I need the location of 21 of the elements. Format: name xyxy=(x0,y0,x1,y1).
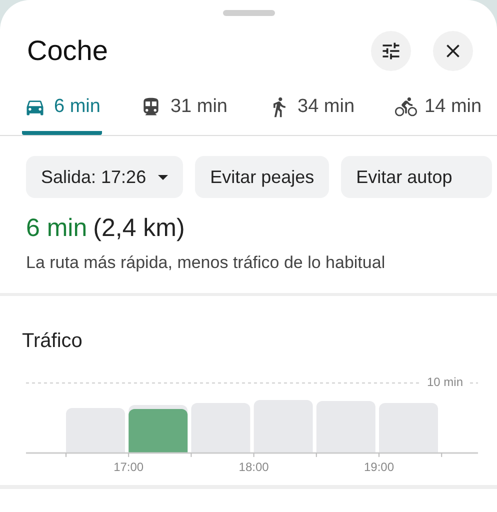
travel-mode-tab[interactable]: 34 min xyxy=(266,90,357,135)
travel-mode-tab[interactable]: 6 min xyxy=(22,90,102,135)
options-button[interactable] xyxy=(371,31,411,71)
time-axis-label: 19:00 xyxy=(364,460,394,474)
route-option-chip[interactable]: Evitar peajes xyxy=(195,156,330,198)
sheet-title: Coche xyxy=(27,35,109,67)
route-description: La ruta más rápida, menos tráfico de lo habitual xyxy=(25,252,386,273)
travel-mode-tab[interactable]: 14 min xyxy=(392,90,484,135)
traffic-heading: Tráfico xyxy=(22,330,84,353)
cyclist-icon xyxy=(394,96,417,118)
time-axis-label: 17:00 xyxy=(114,460,144,474)
travel-mode-tab[interactable]: 31 min xyxy=(138,90,230,135)
route-option-chip[interactable]: Evitar autop xyxy=(341,156,492,198)
chart-reference-label: 10 min xyxy=(422,375,468,389)
departure-time-dropdown[interactable]: Salida: 17:26 xyxy=(26,156,184,198)
route-distance: (2,4 km) xyxy=(93,214,185,243)
drag-handle[interactable] xyxy=(222,10,274,16)
time-axis-label: 18:00 xyxy=(238,460,269,474)
route-duration: 6 min xyxy=(26,214,88,243)
close-button[interactable] xyxy=(433,31,473,71)
sliders-icon xyxy=(380,40,402,62)
